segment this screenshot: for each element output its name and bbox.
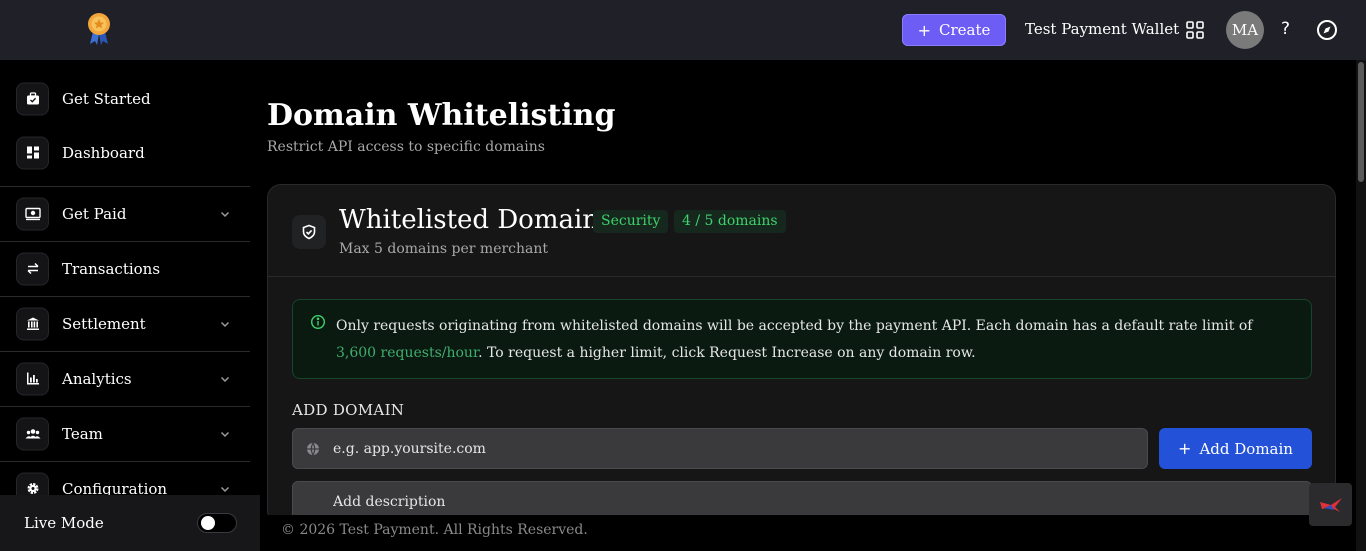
create-button-label: Create [939,21,991,39]
team-icon [16,417,49,450]
chevron-down-icon[interactable] [220,319,230,329]
sidebar-item-analytics[interactable]: Analytics [0,351,250,406]
sidebar-item-transactions[interactable]: Transactions [0,241,250,296]
page-scrollbar[interactable] [1356,60,1366,551]
sidebar-item-settlement[interactable]: Settlement [0,296,250,351]
card-divider [268,276,1335,277]
info-text-part: . To request a higher limit, click Reque… [478,345,976,361]
chevron-down-icon[interactable] [220,429,230,439]
sidebar-item-get-paid[interactable]: Get Paid [0,186,250,241]
wallet-switcher[interactable]: Test Payment Wallet [1025,20,1179,38]
add-domain-button[interactable]: + Add Domain [1159,428,1312,469]
chevron-down-icon[interactable] [220,209,230,219]
top-bar: + Create Test Payment Wallet MA ? [0,0,1366,60]
chevron-down-icon[interactable] [220,374,230,384]
whitelisted-domains-card: Whitelisted Domains Security 4 / 5 domai… [267,184,1336,524]
toggle-knob [201,516,215,530]
info-notice: Only requests originating from whitelist… [292,299,1312,379]
dashboard-icon [16,136,49,169]
sidebar-item-team[interactable]: Team [0,406,250,461]
plus-icon: + [1178,439,1192,458]
money-icon [16,197,49,230]
bird-logo-icon [1319,497,1342,512]
avatar[interactable]: MA [1226,11,1264,49]
live-mode-bar: Live Mode [0,495,260,551]
domain-input[interactable] [333,429,1133,468]
footer-copyright: © 2026 Test Payment. All Rights Reserved… [281,522,588,538]
info-text: Only requests originating from whitelist… [336,313,1296,367]
apps-grid-icon[interactable] [1186,21,1204,39]
live-mode-label: Live Mode [24,514,104,532]
domain-field [292,428,1148,469]
globe-icon [307,442,319,456]
create-button[interactable]: + Create [902,14,1006,46]
sidebar: Get Started Dashboard Get Paid Transacti… [0,60,250,515]
info-icon [310,314,326,330]
rate-limit-highlight: 3,600 requests/hour [336,345,479,361]
plus-icon: + [917,20,932,40]
help-icon[interactable]: ? [1281,19,1290,39]
sidebar-item-dashboard[interactable]: Dashboard [0,125,250,180]
chat-widget-button[interactable] [1309,483,1352,526]
info-text-part: Only requests originating from whitelist… [336,318,1253,334]
shield-check-icon [292,215,326,249]
sidebar-item-label: Settlement [62,314,146,333]
add-domain-heading: ADD DOMAIN [292,401,405,419]
card-title: Whitelisted Domains [339,205,613,235]
sidebar-item-label: Analytics [62,369,132,388]
live-mode-toggle[interactable] [197,513,237,533]
page-subtitle: Restrict API access to specific domains [267,139,545,155]
domain-count-badge: 4 / 5 domains [674,210,786,233]
briefcase-check-icon [16,82,49,115]
sidebar-item-label: Transactions [62,259,161,278]
sidebar-item-get-started[interactable]: Get Started [0,71,250,126]
compass-icon[interactable] [1316,19,1338,41]
sidebar-item-label: Get Paid [62,204,127,223]
page-title: Domain Whitelisting [267,98,616,133]
sidebar-item-label: Dashboard [62,143,145,162]
chevron-down-icon[interactable] [220,484,230,494]
card-subtitle: Max 5 domains per merchant [339,241,549,257]
scrollbar-thumb[interactable] [1358,62,1364,182]
sidebar-item-label: Get Started [62,89,151,108]
sidebar-item-label: Team [62,424,103,443]
arrows-swap-icon [16,252,49,285]
medal-logo-icon[interactable] [84,10,114,46]
add-domain-button-label: Add Domain [1199,439,1293,458]
bar-chart-icon [16,362,49,395]
bank-icon [16,307,49,340]
security-badge: Security [593,210,669,233]
